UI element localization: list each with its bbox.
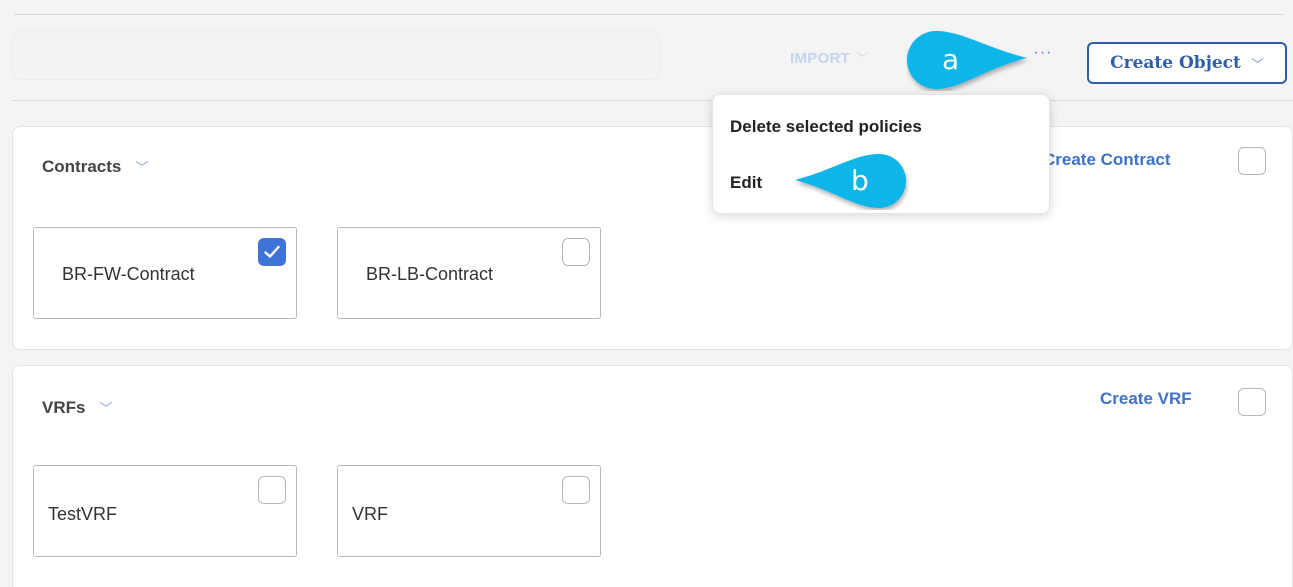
vrf-card[interactable]: VRF xyxy=(337,465,601,557)
vrfs-panel: VRFs ﹀ Create VRF TestVRF VRF xyxy=(12,365,1293,587)
menu-item-edit[interactable]: Edit xyxy=(730,173,762,193)
chevron-down-icon: ﹀ xyxy=(1250,56,1264,72)
toolbar: IMPORT ﹀ ··· Create Object ﹀ xyxy=(0,0,1293,100)
vrf-checkbox[interactable] xyxy=(562,476,590,504)
callout-a: a xyxy=(906,29,1030,91)
vrf-name: VRF xyxy=(352,504,388,524)
more-actions-icon[interactable]: ··· xyxy=(1032,45,1054,66)
create-vrf-link[interactable]: Create VRF xyxy=(1100,389,1192,409)
checkmark-icon xyxy=(264,245,280,258)
callout-b: b xyxy=(793,152,909,210)
create-contract-link[interactable]: Create Contract xyxy=(1043,150,1171,170)
chevron-down-icon: ﹀ xyxy=(856,51,870,66)
contracts-panel: Contracts ﹀ Create Contract BR-FW-Contrac… xyxy=(12,126,1293,350)
import-button[interactable]: IMPORT ﹀ xyxy=(790,48,869,67)
search-input[interactable] xyxy=(12,30,660,80)
toolbar-divider xyxy=(12,100,1293,101)
vrfs-title-label: VRFs xyxy=(42,398,86,417)
menu-item-delete-selected[interactable]: Delete selected policies xyxy=(730,117,922,137)
callout-b-letter: b xyxy=(851,164,869,197)
vrf-name: TestVRF xyxy=(48,504,118,524)
vrf-checkbox[interactable] xyxy=(258,476,286,504)
create-object-button[interactable]: Create Object ﹀ xyxy=(1087,42,1287,84)
contracts-title-label: Contracts xyxy=(42,157,122,176)
vrfs-title[interactable]: VRFs ﹀ xyxy=(42,398,112,418)
contract-name: BR-FW-Contract xyxy=(62,264,195,284)
import-label: IMPORT xyxy=(790,50,851,67)
contract-checkbox[interactable] xyxy=(562,238,590,266)
create-object-label: Create Object xyxy=(1110,53,1241,73)
contracts-select-all-checkbox[interactable] xyxy=(1238,147,1266,175)
contract-name: BR-LB-Contract xyxy=(366,264,494,284)
vrfs-select-all-checkbox[interactable] xyxy=(1238,388,1266,416)
contract-card[interactable]: BR-LB-Contract xyxy=(337,227,601,319)
callout-a-letter: a xyxy=(942,43,960,76)
contract-checkbox-checked[interactable] xyxy=(258,238,286,266)
callout-a-shape xyxy=(906,30,1027,89)
vrf-card[interactable]: TestVRF xyxy=(33,465,297,557)
chevron-down-icon: ﹀ xyxy=(135,160,149,175)
chevron-down-icon: ﹀ xyxy=(99,401,113,416)
contracts-title[interactable]: Contracts ﹀ xyxy=(42,157,148,177)
contract-card[interactable]: BR-FW-Contract xyxy=(33,227,297,319)
